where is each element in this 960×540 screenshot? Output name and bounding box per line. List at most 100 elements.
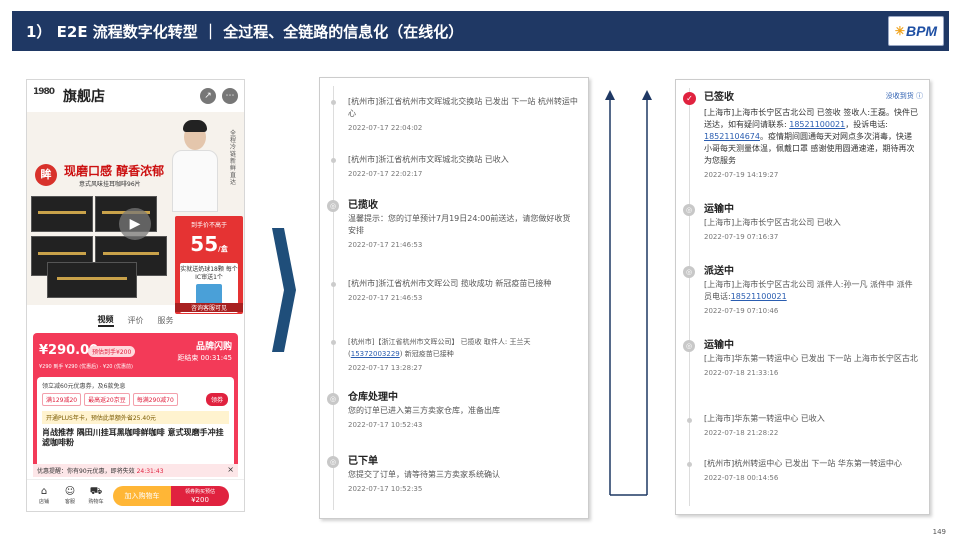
customer-service-button[interactable]: ☺ 客服 bbox=[57, 486, 83, 505]
entry-body: [杭州市]浙江省杭州市文晖城北交换站 已发出 下一站 杭州转运中心 bbox=[348, 97, 578, 118]
brand-badge: 眸 bbox=[35, 164, 57, 186]
more-icon[interactable]: ⋯ bbox=[222, 88, 238, 104]
entry-title: 已下单 bbox=[348, 456, 378, 467]
slide-header-bar: 1） E2E 流程数字化转型 ｜ 全过程、全链路的信息化（在线化） ✳ BPM bbox=[12, 11, 949, 51]
entry-time: 2022-07-18 21:33:16 bbox=[704, 369, 779, 377]
entry-time: 2022-07-18 21:28:22 bbox=[704, 429, 779, 437]
entry-time: 2022-07-17 21:46:53 bbox=[348, 294, 423, 302]
entry-body: [杭州市]浙江省杭州市文晖城北交换站 已收入 bbox=[348, 155, 509, 164]
product-promo-image[interactable]: 眸 现磨口感 醇香浓郁 意式风味挂耳咖啡96片 全程冷链新鲜直达 ▶ 到手价不高… bbox=[27, 112, 244, 314]
courier-phone-link[interactable]: 18521100021 bbox=[731, 292, 787, 301]
transit-status-icon: ◎ bbox=[683, 340, 695, 352]
entry-body: [杭州市]浙江省杭州市文晖公司 揽收成功 新冠疫苗已接种 bbox=[348, 279, 552, 288]
phone-link[interactable]: 15372003229 bbox=[351, 350, 400, 358]
timeline-entry: 已下单 您提交了订单，请等待第三方卖家系统确认 2022-07-17 10:52… bbox=[348, 455, 578, 493]
entry-body: 您的订单已进入第三方卖家仓库，准备出库 bbox=[348, 406, 500, 415]
coupon-chip[interactable]: 满129减20 bbox=[42, 393, 82, 406]
tab-service[interactable]: 服务 bbox=[158, 315, 174, 326]
timeline-entry: 运输中 [上海市]华东第一转运中心 已发出 下一站 上海市长宁区古北 2022-… bbox=[704, 339, 919, 377]
coupon-chip[interactable]: 最高返20京豆 bbox=[84, 393, 130, 406]
entry-title: 已签收 bbox=[704, 92, 734, 103]
warehouse-status-icon: ◎ bbox=[327, 393, 339, 405]
entry-time: 2022-07-17 13:28:27 bbox=[348, 364, 423, 372]
price-card-number: 55 bbox=[190, 232, 219, 256]
timeline-dot bbox=[331, 100, 336, 105]
timeline-line bbox=[689, 88, 690, 506]
price-card-unit: /盒 bbox=[218, 245, 228, 253]
timeline-entry: [上海市]华东第一转运中心 已收入 2022-07-18 21:28:22 bbox=[704, 413, 919, 437]
timeline-entry: 已揽收 温馨提示：您的订单预计7月19日24:00前送达，请您做好收货安排 20… bbox=[348, 199, 578, 249]
entry-title: 运输中 bbox=[704, 204, 734, 215]
timeline-dot bbox=[331, 158, 336, 163]
cart-icon-button[interactable]: ⛟ 购物车 bbox=[83, 486, 109, 505]
entry-time: 2022-07-17 21:46:53 bbox=[348, 241, 423, 249]
buy-now-line1: 领券购买预估 bbox=[184, 488, 215, 495]
spark-icon: ✳ bbox=[894, 24, 905, 38]
entry-body: [上海市]上海市长宁区古北公司 派件人:孙一凡 派件中 派件员电话:185211… bbox=[704, 279, 919, 303]
signed-check-icon: ✓ bbox=[683, 92, 696, 105]
price-card-inner-text: 实就送奶球18颗 每个IC审送1个 bbox=[180, 266, 238, 281]
shop-header: 1980 旗舰店 ↗ ⋯ bbox=[27, 80, 244, 112]
tab-reviews[interactable]: 评价 bbox=[128, 315, 144, 326]
share-icon[interactable]: ↗ bbox=[200, 88, 216, 104]
store-icon: ⌂ bbox=[40, 486, 48, 497]
price-card-top: 到手价不高于 bbox=[190, 222, 227, 229]
entry-time: 2022-07-17 10:52:43 bbox=[348, 421, 423, 429]
entry-time: 2022-07-19 07:16:37 bbox=[704, 233, 779, 241]
timeline-entry: [杭州市]浙江省杭州市文晖公司 揽收成功 新冠疫苗已接种 2022-07-17 … bbox=[348, 278, 578, 302]
play-video-icon[interactable]: ▶ bbox=[119, 208, 151, 240]
chat-icon: ☺ bbox=[64, 486, 76, 497]
entry-body: [杭州市]杭州转运中心 已发出 下一站 华东第一转运中心 bbox=[704, 459, 902, 468]
coupon-reminder-time: 24:31:43 bbox=[136, 468, 164, 475]
promo-vertical-text: 全程冷链新鲜直达 bbox=[230, 130, 237, 186]
coupon-chip[interactable]: 每满290减70 bbox=[132, 393, 178, 406]
entry-body: 您提交了订单，请等待第三方卖家系统确认 bbox=[348, 470, 500, 479]
entry-time: 2022-07-17 22:04:02 bbox=[348, 124, 423, 132]
plus-membership-bar[interactable]: 开通PLUS年卡，预估此单额外省25.40元 bbox=[42, 411, 229, 424]
entry-body: [上海市]上海市长宁区古北公司 已签收 签收人:王磊。快件已送达，如有疑问请联系… bbox=[704, 107, 919, 167]
buy-now-button[interactable]: 领券购买预估 ¥200 bbox=[171, 485, 229, 506]
timeline-panel-right: 没收到货 ⓘ ✓ 已签收 [上海市]上海市长宁区古北公司 已签收 签收人:王磊。… bbox=[675, 79, 930, 515]
price-card: 到手价不高于 55/盒 实就送奶球18颗 每个IC审送1个 咨询客服可见 bbox=[175, 216, 243, 314]
coupon-line: 领立减60元优惠券，及6款免息 bbox=[42, 383, 126, 390]
coupon-area: 领立减60元优惠券，及6款免息 满129减20 最高返20京豆 每满290减70… bbox=[37, 377, 234, 473]
timeline-dot bbox=[687, 418, 692, 423]
complaint-phone-link[interactable]: 18521104674 bbox=[704, 132, 760, 141]
spokesperson-image bbox=[170, 120, 220, 215]
collect-coupon-button[interactable]: 领券 bbox=[205, 393, 228, 406]
cart-label: 购物车 bbox=[88, 499, 104, 505]
order-placed-status-icon: ◎ bbox=[327, 456, 339, 468]
bpm-logo: ✳ BPM bbox=[888, 16, 944, 46]
phone-link[interactable]: 18521100021 bbox=[789, 120, 845, 129]
timeline-entry: 派送中 [上海市]上海市长宁区古北公司 派件人:孙一凡 派件中 派件员电话:18… bbox=[704, 265, 919, 315]
tab-video[interactable]: 视频 bbox=[97, 314, 114, 327]
coupon-reminder-prefix: 优惠提醒： bbox=[37, 468, 68, 475]
flash-sale-label: 品牌闪购 bbox=[195, 342, 232, 352]
timeline-line bbox=[333, 86, 334, 510]
phone-product-screenshot: 1980 旗舰店 ↗ ⋯ 眸 现磨口感 醇香浓郁 意式风味挂耳咖啡96片 全程冷… bbox=[26, 79, 245, 512]
entry-title: 已揽收 bbox=[348, 200, 378, 211]
shop-logo: 1980 bbox=[33, 87, 55, 97]
add-to-cart-button[interactable]: 加入购物车 bbox=[113, 485, 171, 506]
product-title: 肖战推荐 隅田川挂耳黑咖啡鲜咖啡 意式现磨手冲挂滤咖啡粉 bbox=[42, 428, 224, 447]
coupon-reminder-bar: 优惠提醒：你有90元优惠，即将失效 24:31:43 × bbox=[33, 464, 238, 477]
timeline-entry: [杭州市]浙江省杭州市文晖城北交换站 已发出 下一站 杭州转运中心 2022-0… bbox=[348, 96, 578, 132]
buy-now-price: ¥200 bbox=[191, 495, 209, 504]
timeline-entry: 运输中 [上海市]上海市长宁区古北公司 已收入 2022-07-19 07:16… bbox=[704, 203, 919, 241]
promo-subtitle: 意式风味挂耳咖啡96片 bbox=[79, 181, 141, 188]
shop-name[interactable]: 旗舰店 bbox=[63, 86, 105, 106]
timeline-entry: [杭州市]浙江省杭州市文晖城北交换站 已收入 2022-07-17 22:02:… bbox=[348, 154, 578, 178]
close-icon[interactable]: × bbox=[227, 465, 234, 474]
flow-up-arrows bbox=[605, 90, 652, 496]
timeline-entry: [杭州市]【浙江省杭州市文晖公司】 已揽收 取件人: 王兰天(153720032… bbox=[348, 336, 578, 372]
product-box bbox=[31, 196, 93, 232]
countdown: 距结束 00:31:45 bbox=[177, 354, 232, 362]
delivering-status-icon: ◎ bbox=[683, 266, 695, 278]
timeline-entry: [杭州市]杭州转运中心 已发出 下一站 华东第一转运中心 2022-07-18 … bbox=[704, 458, 919, 482]
store-button[interactable]: ⌂ 店铺 bbox=[31, 486, 57, 505]
entry-title: 运输中 bbox=[704, 340, 734, 351]
entry-body: 温馨提示：您的订单预计7月19日24:00前送达，请您做好收货安排 bbox=[348, 214, 571, 235]
collected-status-icon: ◎ bbox=[327, 200, 339, 212]
not-received-link[interactable]: 没收到货 ⓘ bbox=[886, 91, 923, 101]
price-card-footer: 咨询客服可见 bbox=[175, 303, 243, 312]
